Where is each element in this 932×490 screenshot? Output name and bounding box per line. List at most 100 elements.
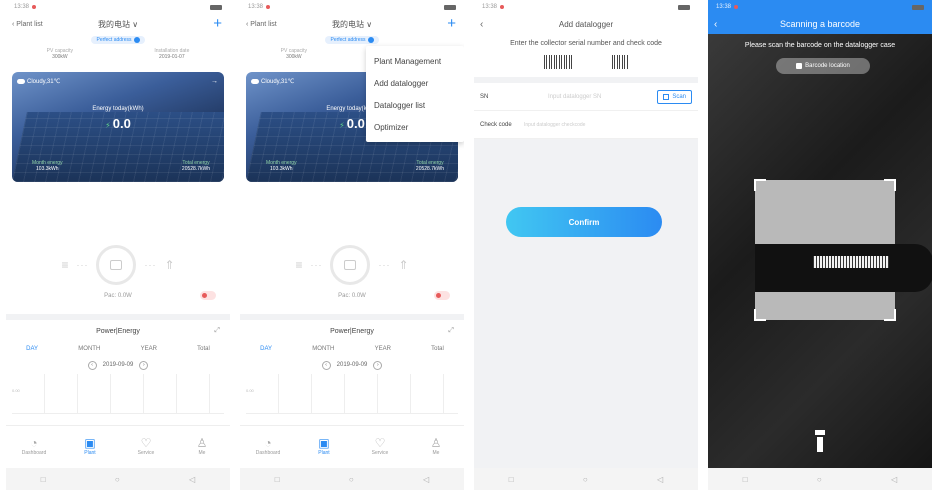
checkcode-input[interactable]: Input datalogger checkcode <box>516 122 692 128</box>
tab-total[interactable]: Total <box>197 346 210 352</box>
scan-instruction: Please scan the barcode on the datalogge… <box>744 42 896 49</box>
status-icons <box>912 4 924 10</box>
tab-plant[interactable]: ▣ Plant <box>68 436 112 456</box>
tab-me[interactable]: ♙ Me <box>180 436 224 456</box>
plant-info: PV capacity300kW Installation date2019-0… <box>6 48 230 68</box>
system-nav-bar: □ ○ ◁ <box>474 468 698 490</box>
add-icon[interactable]: + <box>213 15 222 33</box>
date-value[interactable]: 2019-09-09 <box>103 362 134 368</box>
next-date-icon[interactable]: › <box>373 360 383 370</box>
home-nav-icon[interactable]: ○ <box>583 475 588 484</box>
prev-date-icon[interactable]: ‹ <box>321 360 331 370</box>
back-icon[interactable]: ‹ <box>480 19 483 30</box>
power-toggle[interactable] <box>200 291 216 300</box>
checkcode-row: Check code Input datalogger checkcode <box>474 111 698 139</box>
grid-tower-icon: ⇑ <box>164 258 175 272</box>
back-to-plant-list[interactable]: ‹ Plant list <box>246 21 277 28</box>
scan-icon <box>663 93 670 100</box>
status-bar: 13:38 <box>708 0 932 14</box>
add-icon[interactable]: + <box>447 15 456 33</box>
inverter-icon[interactable] <box>96 245 137 285</box>
leaf-icon: ⚡ <box>339 121 345 130</box>
menu-item-datalogger-list[interactable]: Datalogger list <box>366 94 464 116</box>
menu-item-add-datalogger[interactable]: Add datalogger <box>366 72 464 94</box>
menu-nav-icon[interactable]: □ <box>41 475 46 484</box>
bottom-tab-bar: ◔ Dashboard ▣ Plant ♡ Service ♙ Me <box>240 425 464 465</box>
tab-year[interactable]: YEAR <box>141 346 157 352</box>
tab-me[interactable]: ♙ Me <box>414 436 458 456</box>
confirm-button[interactable]: Confirm <box>506 207 662 237</box>
expand-icon[interactable]: ⤢ <box>448 327 454 335</box>
tab-day[interactable]: DAY <box>26 346 38 352</box>
power-toggle[interactable] <box>434 291 450 300</box>
date-value[interactable]: 2019-09-09 <box>337 362 368 368</box>
sn-label: SN <box>480 93 489 100</box>
status-time: 13:38 <box>14 4 30 10</box>
datalogger-form: SN Input datalogger SN Scan Check code I… <box>474 83 698 139</box>
nav-bar: ‹ Add datalogger <box>474 14 698 34</box>
home-nav-icon[interactable]: ○ <box>349 475 354 484</box>
sn-input[interactable]: Input datalogger SN <box>540 94 657 100</box>
tab-dashboard[interactable]: ◔ Dashboard <box>12 436 56 456</box>
menu-nav-icon[interactable]: □ <box>509 475 514 484</box>
pv-capacity-value: 300kW <box>286 54 302 60</box>
menu-nav-icon[interactable]: □ <box>743 475 748 484</box>
menu-nav-icon[interactable]: □ <box>275 475 280 484</box>
back-nav-icon[interactable]: ◁ <box>891 475 897 484</box>
next-date-icon[interactable]: › <box>139 360 149 370</box>
back-nav-icon[interactable]: ◁ <box>423 475 429 484</box>
nav-bar: ‹ Scanning a barcode <box>708 14 932 34</box>
info-icon <box>133 37 140 43</box>
nav-bar: ‹ Plant list 我的电站 ∨ + <box>240 14 464 34</box>
back-to-plant-list[interactable]: ‹ Plant list <box>12 21 43 28</box>
tab-service[interactable]: ♡ Service <box>124 436 168 456</box>
system-nav-bar: □ ○ ◁ <box>708 468 932 490</box>
datalogger-device-image <box>755 244 932 292</box>
total-energy: Total energy 20528.7kWh <box>415 160 444 172</box>
inverter-icon[interactable] <box>330 245 371 285</box>
home-nav-icon[interactable]: ○ <box>817 475 822 484</box>
total-energy: Total energy 20528.7kWh <box>181 160 210 172</box>
energy-flow: ≡ ··· ··· ⇑ <box>240 240 464 290</box>
address-badge[interactable]: Perfect address <box>325 36 379 44</box>
power-energy-panel: Power|Energy ⤢ DAY MONTH YEAR Total ‹ 201… <box>240 314 464 420</box>
barcode-location-button[interactable]: Barcode location <box>776 58 870 74</box>
tab-month[interactable]: MONTH <box>78 346 100 352</box>
notification-dot <box>500 5 505 9</box>
plant-icon: ▣ <box>318 435 330 450</box>
arrow-right-icon[interactable]: → <box>211 78 218 85</box>
back-nav-icon[interactable]: ◁ <box>189 475 195 484</box>
camera-viewfinder: Please scan the barcode on the datalogge… <box>708 34 932 468</box>
tab-year[interactable]: YEAR <box>375 346 391 352</box>
weather: Cloudy,31℃ <box>251 78 294 85</box>
home-nav-icon[interactable]: ○ <box>115 475 120 484</box>
tab-dashboard[interactable]: ◔ Dashboard <box>246 436 290 456</box>
battery-icon <box>210 4 222 10</box>
pv-capacity-value: 300kW <box>52 54 68 60</box>
scan-button[interactable]: Scan <box>657 89 692 104</box>
service-icon: ♡ <box>374 435 386 450</box>
tab-month[interactable]: MONTH <box>312 346 334 352</box>
tab-day[interactable]: DAY <box>260 346 272 352</box>
page-title: Scanning a barcode <box>779 19 861 29</box>
tab-service[interactable]: ♡ Service <box>358 436 402 456</box>
flashlight-icon[interactable] <box>815 430 825 452</box>
tab-plant[interactable]: ▣ Plant <box>302 436 346 456</box>
power-energy-title: Power|Energy <box>96 327 140 335</box>
menu-item-optimizer[interactable]: Optimizer <box>366 116 464 138</box>
expand-icon[interactable]: ⤢ <box>214 327 220 335</box>
back-nav-icon[interactable]: ◁ <box>657 475 663 484</box>
month-energy: Month energy 103.3kWh <box>32 160 63 172</box>
system-nav-bar: □ ○ ◁ <box>240 468 464 490</box>
status-bar: 13:38 <box>240 0 464 14</box>
menu-item-plant-management[interactable]: Plant Management <box>366 50 464 72</box>
flow-dots-right: ··· <box>378 260 391 270</box>
tab-total[interactable]: Total <box>431 346 444 352</box>
energy-today-label: Energy today(kWh) <box>92 106 144 112</box>
power-energy-title: Power|Energy <box>330 327 374 335</box>
address-badge[interactable]: Perfect address <box>91 36 145 44</box>
install-date-value: 2019-01-07 <box>159 54 185 60</box>
me-icon: ♙ <box>430 435 442 450</box>
back-icon[interactable]: ‹ <box>714 19 717 30</box>
prev-date-icon[interactable]: ‹ <box>87 360 97 370</box>
